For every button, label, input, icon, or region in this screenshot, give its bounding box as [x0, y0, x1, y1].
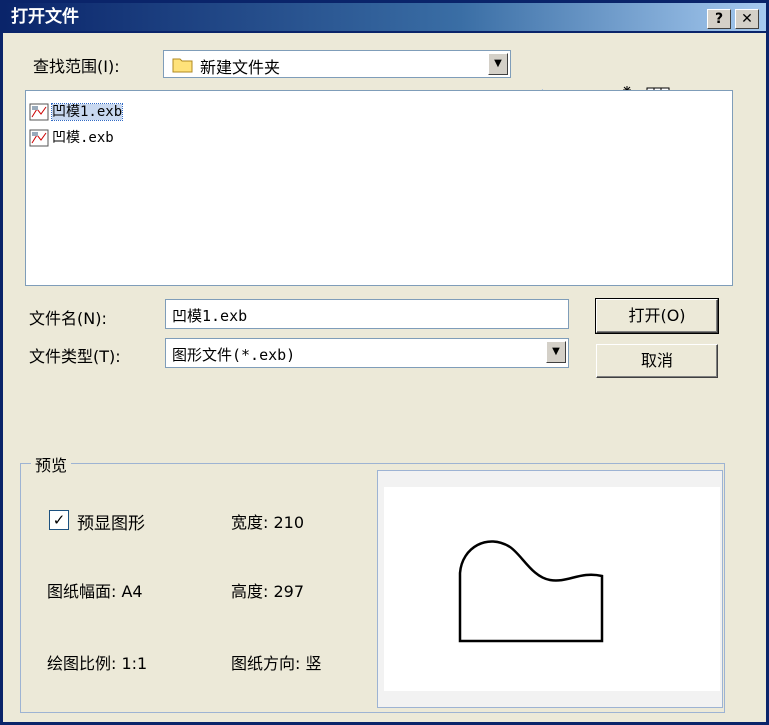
- lookin-dropdown-button[interactable]: ▼: [488, 53, 508, 75]
- preview-checkbox[interactable]: ✓: [49, 510, 69, 530]
- filetype-label: 文件类型(T):: [29, 347, 121, 366]
- file-name: 凹模.exb: [52, 130, 114, 146]
- close-button[interactable]: ✕: [735, 9, 759, 29]
- filetype-dropdown-button[interactable]: ▼: [546, 341, 566, 363]
- die-outline-drawing: [458, 540, 604, 643]
- preview-width: 宽度: 210: [231, 513, 305, 532]
- preview-canvas: [384, 487, 720, 691]
- preview-frame: [377, 470, 723, 708]
- help-button[interactable]: ?: [707, 9, 731, 29]
- list-item-file-2[interactable]: 凹模.exb: [29, 127, 116, 149]
- open-file-dialog: 打开文件 ? ✕ 查找范围(I): 新建文件夹 ▼ 凹模1.exb 凹模.exb…: [0, 0, 769, 725]
- dialog-body: 查找范围(I): 新建文件夹 ▼ 凹模1.exb 凹模.exb 文件名(N): …: [3, 33, 766, 722]
- open-button[interactable]: 打开(O): [595, 298, 719, 334]
- list-item-file-1[interactable]: 凹模1.exb: [29, 101, 124, 123]
- preview-scale: 绘图比例: 1:1: [47, 654, 148, 673]
- cancel-button[interactable]: 取消: [596, 344, 718, 378]
- preview-orientation: 图纸方向: 竖: [231, 654, 322, 673]
- filetype-select[interactable]: 图形文件(*.exb) ▼: [165, 338, 569, 368]
- exb-file-icon: [29, 129, 49, 147]
- preview-checkbox-label: 预显图形: [77, 514, 145, 534]
- lookin-label: 查找范围(I):: [33, 57, 120, 76]
- exb-file-icon: [29, 103, 49, 121]
- preview-legend: 预览: [31, 452, 72, 476]
- preview-group: 预览 ✓ 预显图形 宽度: 210 图纸幅面: A4 高度: 297 绘图比例:…: [20, 452, 725, 713]
- filename-input[interactable]: 凹模1.exb: [165, 299, 569, 329]
- file-name: 凹模1.exb: [50, 103, 124, 121]
- lookin-folder: 新建文件夹: [200, 58, 281, 77]
- filename-value: 凹模1.exb: [172, 307, 248, 325]
- filetype-value: 图形文件(*.exb): [172, 346, 296, 364]
- preview-height: 高度: 297: [231, 582, 305, 601]
- preview-sheet-size: 图纸幅面: A4: [47, 582, 143, 601]
- title-bar[interactable]: 打开文件 ? ✕: [3, 3, 766, 31]
- folder-icon: [172, 55, 194, 77]
- file-list[interactable]: 凹模1.exb 凹模.exb: [25, 90, 733, 286]
- filename-label: 文件名(N):: [29, 309, 107, 328]
- window-title: 打开文件: [11, 7, 79, 27]
- lookin-combo[interactable]: 新建文件夹 ▼: [163, 50, 511, 78]
